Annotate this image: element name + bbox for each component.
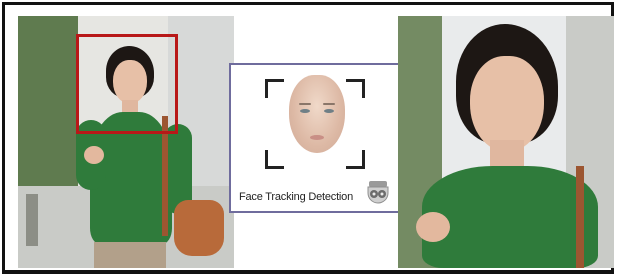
security-camera-icon [367,181,389,204]
focus-corner-bottom-left [265,150,284,169]
face-tracking-box [76,34,178,134]
zoomed-face-photo [398,16,614,268]
detection-label: Face Tracking Detection [239,191,354,203]
face-detection-card: Face Tracking Detection [229,63,401,213]
focus-corner-bottom-right [346,150,365,169]
focus-corner-top-left [265,79,284,98]
face-illustration [289,75,345,153]
focus-corner-top-right [346,79,365,98]
